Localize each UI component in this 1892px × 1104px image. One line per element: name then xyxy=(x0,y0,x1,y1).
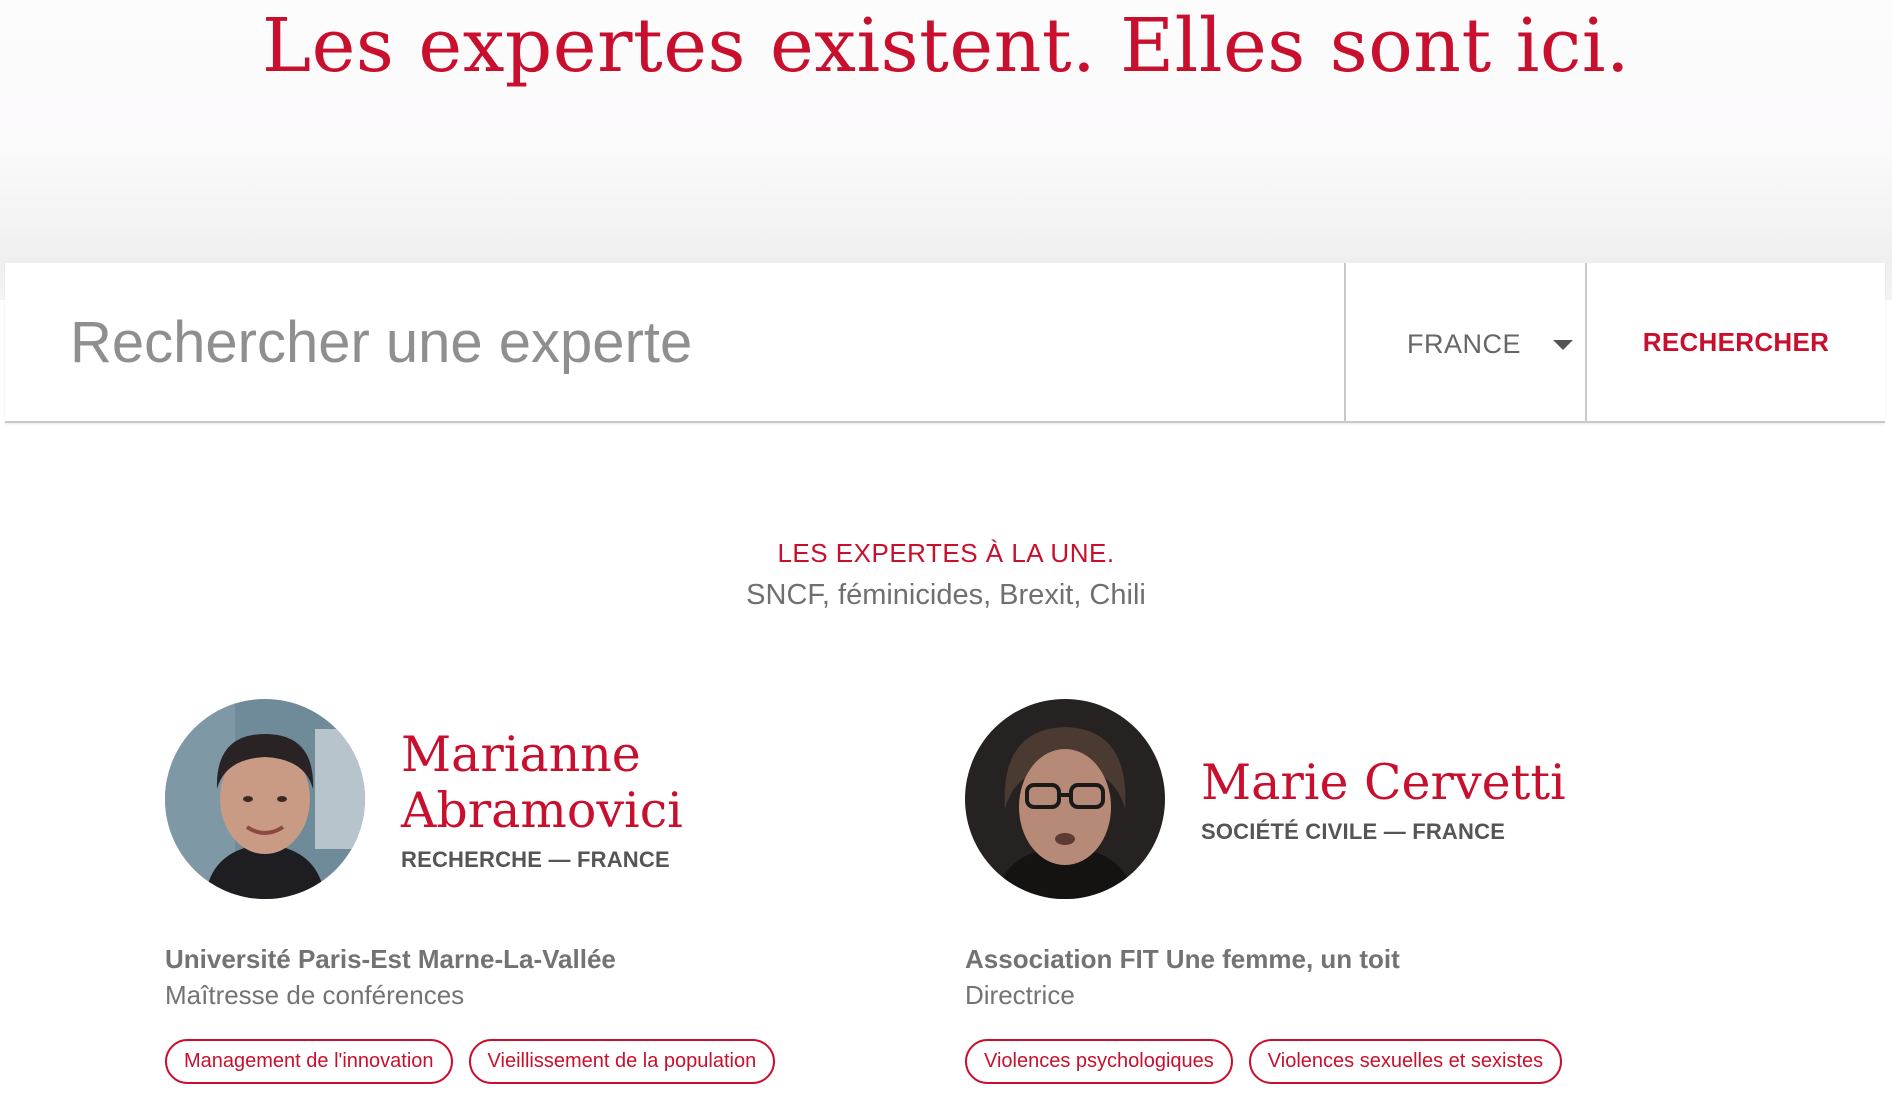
hero-section: Les expertes existent. Elles sont ici. xyxy=(0,0,1892,300)
avatar-portrait-image xyxy=(965,699,1165,899)
expert-card[interactable]: Marianne Abramovici RECHERCHE — FRANCE U… xyxy=(165,699,865,1104)
expert-name[interactable]: Marianne Abramovici xyxy=(401,727,731,839)
featured-topics: SNCF, féminicides, Brexit, Chili xyxy=(746,579,1146,611)
expert-tags: Management de l'innovation Vieillissemen… xyxy=(165,1039,776,1084)
tag-button[interactable]: Management de l'innovation xyxy=(165,1039,453,1084)
expert-category: RECHERCHE — FRANCE xyxy=(401,847,670,872)
tag-button[interactable]: Violences sexuelles et sexistes xyxy=(1248,1039,1563,1084)
expert-role: Maîtresse de conférences xyxy=(165,980,465,1010)
tag-button[interactable]: Vieillissement de la population xyxy=(468,1039,776,1084)
expert-tags: Violences psychologiques Violences sexue… xyxy=(965,1039,1563,1084)
search-button[interactable]: RECHERCHER xyxy=(1587,263,1885,421)
chevron-down-icon xyxy=(1553,340,1573,350)
featured-heading: LES EXPERTES À LA UNE. xyxy=(777,538,1115,568)
search-bar: FRANCE RECHERCHER xyxy=(5,263,1885,423)
expert-name[interactable]: Marie Cervetti xyxy=(1201,755,1651,811)
expert-organization: Université Paris-Est Marne-La-Vallée xyxy=(165,944,616,974)
expert-organization: Association FIT Une femme, un toit xyxy=(965,944,1400,974)
tag-button[interactable]: Violences psychologiques xyxy=(965,1039,1233,1084)
avatar[interactable] xyxy=(165,699,365,899)
country-select[interactable]: FRANCE xyxy=(1344,263,1587,421)
expert-card[interactable]: Marie Cervetti SOCIÉTÉ CIVILE — FRANCE A… xyxy=(965,699,1665,1104)
search-input[interactable] xyxy=(5,263,1345,421)
avatar[interactable] xyxy=(965,699,1165,899)
expert-category: SOCIÉTÉ CIVILE — FRANCE xyxy=(1201,819,1506,844)
avatar-portrait-image xyxy=(165,699,365,899)
country-select-value: FRANCE xyxy=(1407,329,1522,359)
hero-title: Les expertes existent. Elles sont ici. xyxy=(261,3,1631,89)
expert-role: Directrice xyxy=(965,980,1075,1010)
